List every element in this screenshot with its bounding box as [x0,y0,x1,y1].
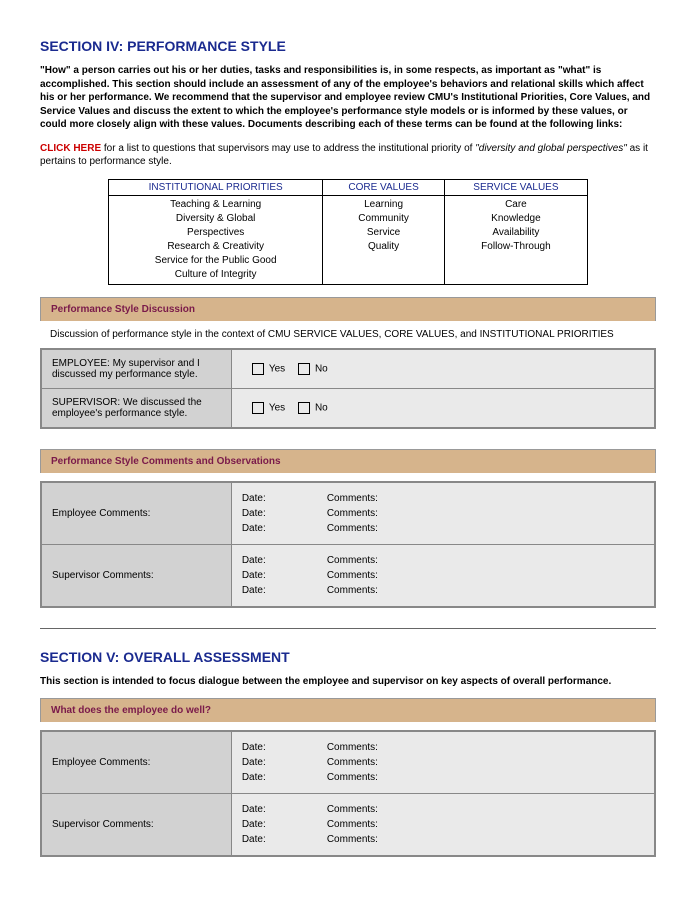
date-label: Date: [242,508,327,519]
comments-table-s5: Employee Comments: Date:Comments: Date:C… [40,730,656,857]
date-label: Date: [242,585,327,596]
click-text-1: for a list to questions that supervisors… [101,143,475,154]
date-label: Date: [242,834,327,845]
yes-label: Yes [269,402,285,413]
discussion-text: Discussion of performance style in the c… [40,321,656,348]
date-label: Date: [242,772,327,783]
date-label: Date: [242,804,327,815]
employee-comments-label: Employee Comments: [41,482,231,545]
band-performance-comments: Performance Style Comments and Observati… [40,449,656,473]
comments-label: Comments: [327,570,378,581]
supervisor-discussed-label: SUPERVISOR: We discussed the employee's … [41,388,231,428]
comments-label: Comments: [327,555,378,566]
supervisor-no-checkbox[interactable] [298,402,310,414]
click-here-link[interactable]: CLICK HERE [40,143,101,154]
section4-title: SECTION IV: PERFORMANCE STYLE [40,38,656,54]
comments-label: Comments: [327,508,378,519]
employee-comments-cell: Date:Comments: Date:Comments: Date:Comme… [231,482,655,545]
date-label: Date: [242,570,327,581]
comments-label: Comments: [327,819,378,830]
employee-comments-label: Employee Comments: [41,731,231,794]
comments-label: Comments: [327,834,378,845]
supervisor-comments-cell: Date:Comments: Date:Comments: Date:Comme… [231,794,655,857]
comments-label: Comments: [327,757,378,768]
employee-discussed-label: EMPLOYEE: My supervisor and I discussed … [41,349,231,389]
comments-label: Comments: [327,772,378,783]
comments-label: Comments: [327,742,378,753]
employee-no-checkbox[interactable] [298,363,310,375]
comments-label: Comments: [327,493,378,504]
comments-label: Comments: [327,523,378,534]
date-label: Date: [242,742,327,753]
section5-title: SECTION V: OVERALL ASSESSMENT [40,649,656,665]
supervisor-comments-label: Supervisor Comments: [41,794,231,857]
supervisor-comments-label: Supervisor Comments: [41,544,231,607]
values-col-1: Teaching & LearningDiversity & GlobalPer… [109,195,323,284]
date-label: Date: [242,757,327,768]
comments-label: Comments: [327,585,378,596]
click-here-line: CLICK HERE for a list to questions that … [40,142,656,169]
section-divider [40,628,656,629]
date-label: Date: [242,819,327,830]
supervisor-yes-checkbox[interactable] [252,402,264,414]
values-header-3: SERVICE VALUES [444,179,587,195]
values-header-2: CORE VALUES [323,179,445,195]
employee-yes-checkbox[interactable] [252,363,264,375]
employee-comments-cell: Date:Comments: Date:Comments: Date:Comme… [231,731,655,794]
comments-table-s4: Employee Comments: Date:Comments: Date:C… [40,481,656,608]
values-col-3: CareKnowledgeAvailabilityFollow-Through [444,195,587,284]
values-table: INSTITUTIONAL PRIORITIES CORE VALUES SER… [108,179,588,285]
no-label: No [315,363,328,374]
date-label: Date: [242,555,327,566]
values-header-1: INSTITUTIONAL PRIORITIES [109,179,323,195]
employee-discussed-options: Yes No [231,349,655,389]
section4-paragraph: "How" a person carries out his or her du… [40,64,656,132]
band-do-well: What does the employee do well? [40,698,656,722]
values-col-2: LearningCommunityServiceQuality [323,195,445,284]
band-performance-discussion: Performance Style Discussion [40,297,656,321]
discussion-table: EMPLOYEE: My supervisor and I discussed … [40,348,656,429]
section5-paragraph: This section is intended to focus dialog… [40,675,656,689]
comments-label: Comments: [327,804,378,815]
date-label: Date: [242,493,327,504]
supervisor-discussed-options: Yes No [231,388,655,428]
supervisor-comments-cell: Date:Comments: Date:Comments: Date:Comme… [231,544,655,607]
no-label: No [315,402,328,413]
click-italic: "diversity and global perspectives" [475,143,627,154]
yes-label: Yes [269,363,285,374]
date-label: Date: [242,523,327,534]
